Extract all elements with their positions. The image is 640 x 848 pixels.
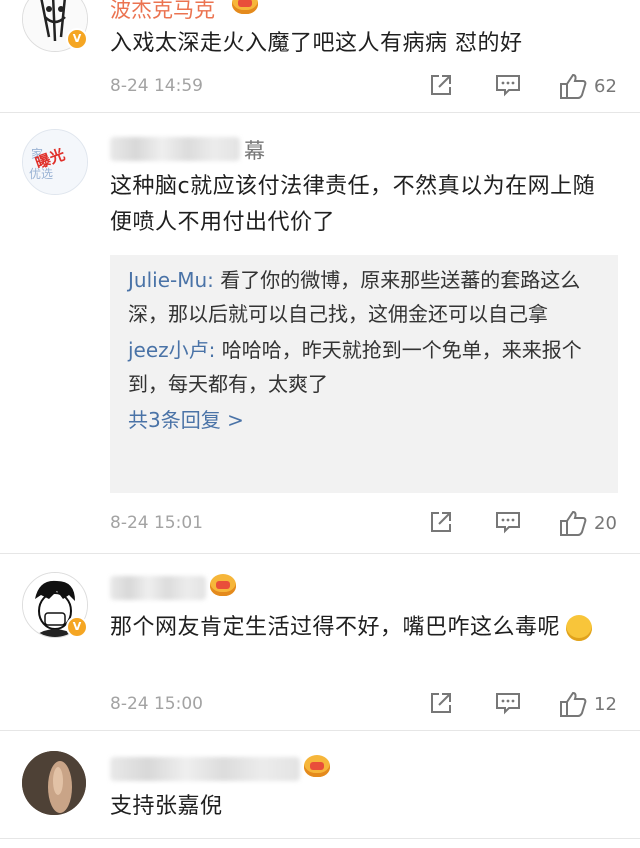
username[interactable]: 波杰克马克 [110, 0, 215, 24]
like-count: 62 [594, 76, 617, 97]
comment-item: V 那个网友肯定生活过得不好，嘴巴咋这么毒呢 8-24 15:00 12 [0, 554, 640, 730]
comment-text: 这种脑c就应该付法律责任，不然真以为在网上随便喷人不用付出代价了 [110, 174, 596, 235]
share-button[interactable] [428, 509, 454, 539]
comment-button[interactable] [494, 72, 522, 102]
divider [0, 838, 640, 839]
timestamp: 8-24 15:01 [110, 513, 203, 533]
reply-username[interactable]: jeez小卢: [128, 338, 215, 362]
thumbs-up-icon [560, 73, 587, 99]
reply-item: Julie-Mu: 看了你的微博，原来那些送蕃的套路这么深，那以后就可以自己找，… [128, 263, 600, 331]
share-button[interactable] [428, 690, 454, 720]
thumbs-up-icon [560, 691, 587, 717]
thumbs-up-icon [560, 510, 587, 536]
emoji-shrug-icon [566, 615, 593, 641]
avatar[interactable] [22, 751, 86, 815]
share-button[interactable] [428, 72, 454, 102]
comment-button[interactable] [494, 690, 522, 720]
like-button[interactable]: 20 [558, 509, 617, 539]
vip-crown-icon [210, 574, 236, 596]
comment-item: V 波杰克马克 入戏太深走火入魔了吧这人有病病 怼的好 8-24 14:59 6… [0, 0, 640, 112]
timestamp: 8-24 14:59 [110, 76, 203, 96]
vip-crown-icon [304, 755, 330, 777]
reply-username[interactable]: Julie-Mu: [128, 268, 214, 292]
share-icon [431, 693, 451, 713]
share-icon [431, 75, 451, 95]
comment-meta: 8-24 15:01 20 [110, 509, 630, 539]
comment-item: 支持张嘉倪 [0, 731, 640, 848]
comment-icon [496, 693, 520, 715]
avatar-image [22, 751, 86, 815]
replies-box: Julie-Mu: 看了你的微博，原来那些送蕃的套路这么深，那以后就可以自己找，… [110, 255, 618, 493]
username-suffix[interactable]: 幕 [244, 135, 265, 165]
share-icon [431, 512, 451, 532]
verified-badge-icon: V [66, 28, 88, 50]
verified-badge-icon: V [66, 616, 88, 638]
comment-icon [496, 75, 520, 97]
like-button[interactable]: 62 [558, 72, 617, 102]
comment-item: 家 优选 曝光 幕 这种脑c就应该付法律责任，不然真以为在网上随便喷人不用付出代… [0, 113, 640, 553]
like-button[interactable]: 12 [558, 690, 617, 720]
timestamp: 8-24 15:00 [110, 694, 203, 714]
like-count: 12 [594, 694, 617, 715]
avatar[interactable]: 家 优选 曝光 [22, 129, 88, 195]
comment-meta: 8-24 15:00 12 [110, 690, 630, 720]
comment-icon [496, 512, 520, 534]
username-blurred [110, 137, 240, 161]
username-blurred [110, 757, 300, 781]
comment-text: 支持张嘉倪 [110, 794, 223, 819]
comment-text-content: 那个网友肯定生活过得不好，嘴巴咋这么毒呢 [110, 615, 561, 640]
like-count: 20 [594, 513, 617, 534]
vip-crown-icon [232, 0, 258, 14]
username-blurred [110, 576, 206, 600]
comment-text: 那个网友肯定生活过得不好，嘴巴咋这么毒呢 [110, 610, 610, 646]
comment-text: 入戏太深走火入魔了吧这人有病病 怼的好 [110, 31, 523, 56]
comment-button[interactable] [494, 509, 522, 539]
more-replies-link[interactable]: 共3条回复 > [128, 403, 600, 437]
reply-item: jeez小卢: 哈哈哈，昨天就抢到一个免单，来来报个到，每天都有，太爽了 [128, 333, 600, 401]
comment-meta: 8-24 14:59 62 [110, 72, 630, 102]
